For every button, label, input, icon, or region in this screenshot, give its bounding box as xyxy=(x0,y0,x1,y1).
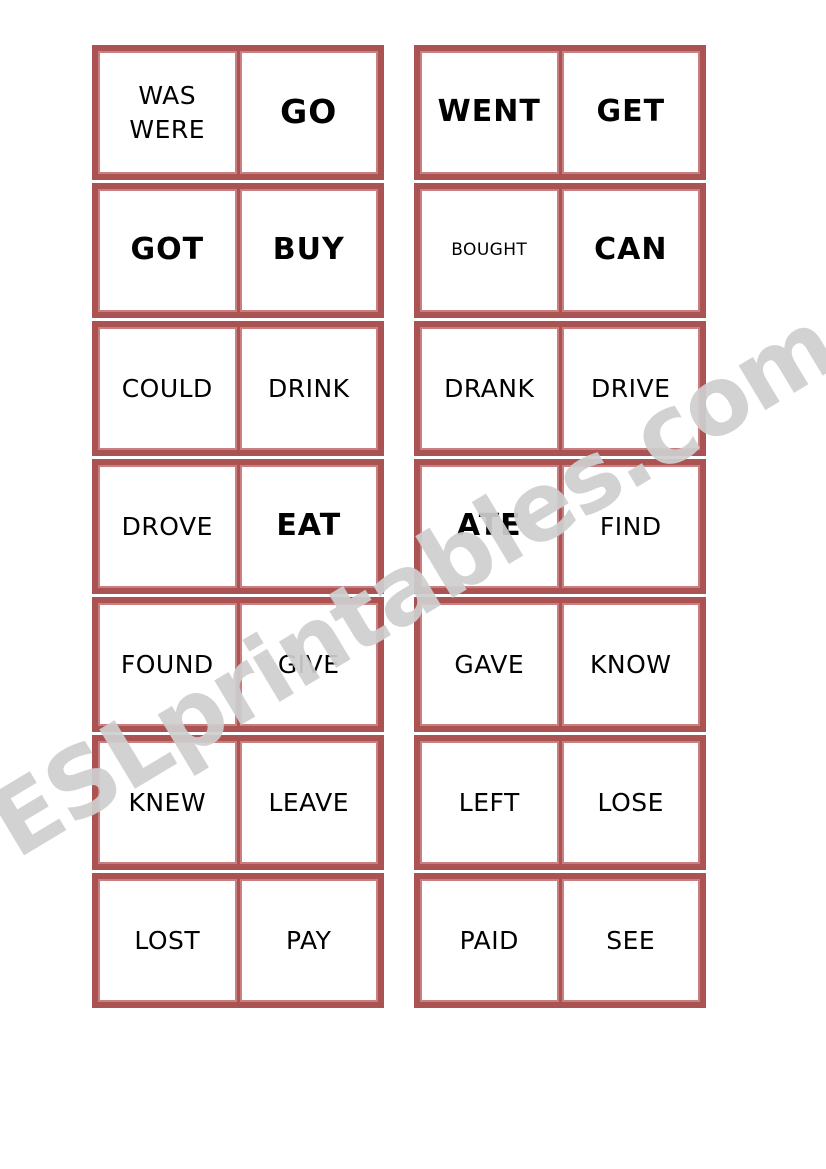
domino-half-right[interactable]: BUY xyxy=(239,189,378,312)
domino-card[interactable]: GAVE KNOW xyxy=(414,597,706,732)
domino-card[interactable]: WENT GET xyxy=(414,45,706,180)
verb-word: GET xyxy=(596,94,666,130)
domino-half-right[interactable]: GO xyxy=(239,51,378,174)
domino-card[interactable]: DROVE EAT xyxy=(92,459,384,594)
domino-half-right[interactable]: FIND xyxy=(561,465,700,588)
verb-word: WENT xyxy=(437,94,541,130)
domino-half-right[interactable]: GIVE xyxy=(239,603,378,726)
verb-word: CAN xyxy=(594,232,668,268)
verb-word: KNOW xyxy=(590,649,672,679)
domino-half-left[interactable]: DROVE xyxy=(98,465,237,588)
domino-card[interactable]: COULD DRINK xyxy=(92,321,384,456)
verb-word: EAT xyxy=(276,508,342,544)
domino-card[interactable]: BOUGHT CAN xyxy=(414,183,706,318)
domino-half-right[interactable]: EAT xyxy=(239,465,378,588)
domino-sheet: WAS WERE GO GOT BUY COULD DRINK DROVE EAT FOUND G… xyxy=(0,0,826,1169)
verb-word: COULD xyxy=(121,373,213,403)
verb-word: PAID xyxy=(459,925,519,955)
domino-half-left[interactable]: WENT xyxy=(420,51,559,174)
domino-card[interactable]: PAID SEE xyxy=(414,873,706,1008)
verb-word: DROVE xyxy=(121,511,213,541)
domino-half-right[interactable]: GET xyxy=(561,51,700,174)
domino-card[interactable]: GOT BUY xyxy=(92,183,384,318)
domino-half-left[interactable]: WAS WERE xyxy=(98,51,237,174)
domino-half-right[interactable]: CAN xyxy=(561,189,700,312)
domino-half-right[interactable]: LEAVE xyxy=(239,741,378,864)
domino-half-left[interactable]: BOUGHT xyxy=(420,189,559,312)
verb-word: SEE xyxy=(606,925,656,955)
domino-half-left[interactable]: FOUND xyxy=(98,603,237,726)
domino-card[interactable]: LOST PAY xyxy=(92,873,384,1008)
verb-word: LEAVE xyxy=(268,787,350,817)
domino-card[interactable]: WAS WERE GO xyxy=(92,45,384,180)
verb-word: GOT xyxy=(130,232,205,268)
domino-card[interactable]: ATE FIND xyxy=(414,459,706,594)
verb-word: LOST xyxy=(134,925,201,955)
verb-word: LEFT xyxy=(458,787,520,817)
verb-word: FOUND xyxy=(120,649,214,679)
domino-half-right[interactable]: DRIVE xyxy=(561,327,700,450)
domino-half-right[interactable]: SEE xyxy=(561,879,700,1002)
verb-word: PAY xyxy=(286,925,332,955)
domino-half-right[interactable]: KNOW xyxy=(561,603,700,726)
verb-word: DRANK xyxy=(444,373,535,403)
domino-half-left[interactable]: ATE xyxy=(420,465,559,588)
domino-card[interactable]: LEFT LOSE xyxy=(414,735,706,870)
verb-word: BOUGHT xyxy=(451,240,528,261)
right-column: WENT GET BOUGHT CAN DRANK DRIVE ATE FIND GAVE KNO… xyxy=(414,45,706,1011)
domino-half-right[interactable]: LOSE xyxy=(561,741,700,864)
verb-word: BUY xyxy=(272,232,345,268)
verb-word: GIVE xyxy=(277,649,340,679)
domino-half-left[interactable]: PAID xyxy=(420,879,559,1002)
domino-card[interactable]: DRANK DRIVE xyxy=(414,321,706,456)
domino-half-left[interactable]: KNEW xyxy=(98,741,237,864)
domino-half-left[interactable]: COULD xyxy=(98,327,237,450)
domino-card[interactable]: FOUND GIVE xyxy=(92,597,384,732)
domino-half-left[interactable]: GAVE xyxy=(420,603,559,726)
verb-word: FIND xyxy=(599,511,662,541)
domino-half-left[interactable]: LOST xyxy=(98,879,237,1002)
verb-word: DRINK xyxy=(267,373,350,403)
verb-word: KNEW xyxy=(128,787,207,817)
domino-half-right[interactable]: PAY xyxy=(239,879,378,1002)
domino-half-left[interactable]: DRANK xyxy=(420,327,559,450)
verb-word: DRIVE xyxy=(591,373,671,403)
domino-half-left[interactable]: GOT xyxy=(98,189,237,312)
verb-word: GAVE xyxy=(454,649,525,679)
verb-word: LOSE xyxy=(597,787,664,817)
verb-word: WAS WERE xyxy=(129,80,206,144)
left-column: WAS WERE GO GOT BUY COULD DRINK DROVE EAT FOUND G… xyxy=(92,45,384,1011)
domino-card[interactable]: KNEW LEAVE xyxy=(92,735,384,870)
verb-word: GO xyxy=(280,92,338,132)
verb-word: ATE xyxy=(456,508,522,544)
domino-half-left[interactable]: LEFT xyxy=(420,741,559,864)
domino-half-right[interactable]: DRINK xyxy=(239,327,378,450)
